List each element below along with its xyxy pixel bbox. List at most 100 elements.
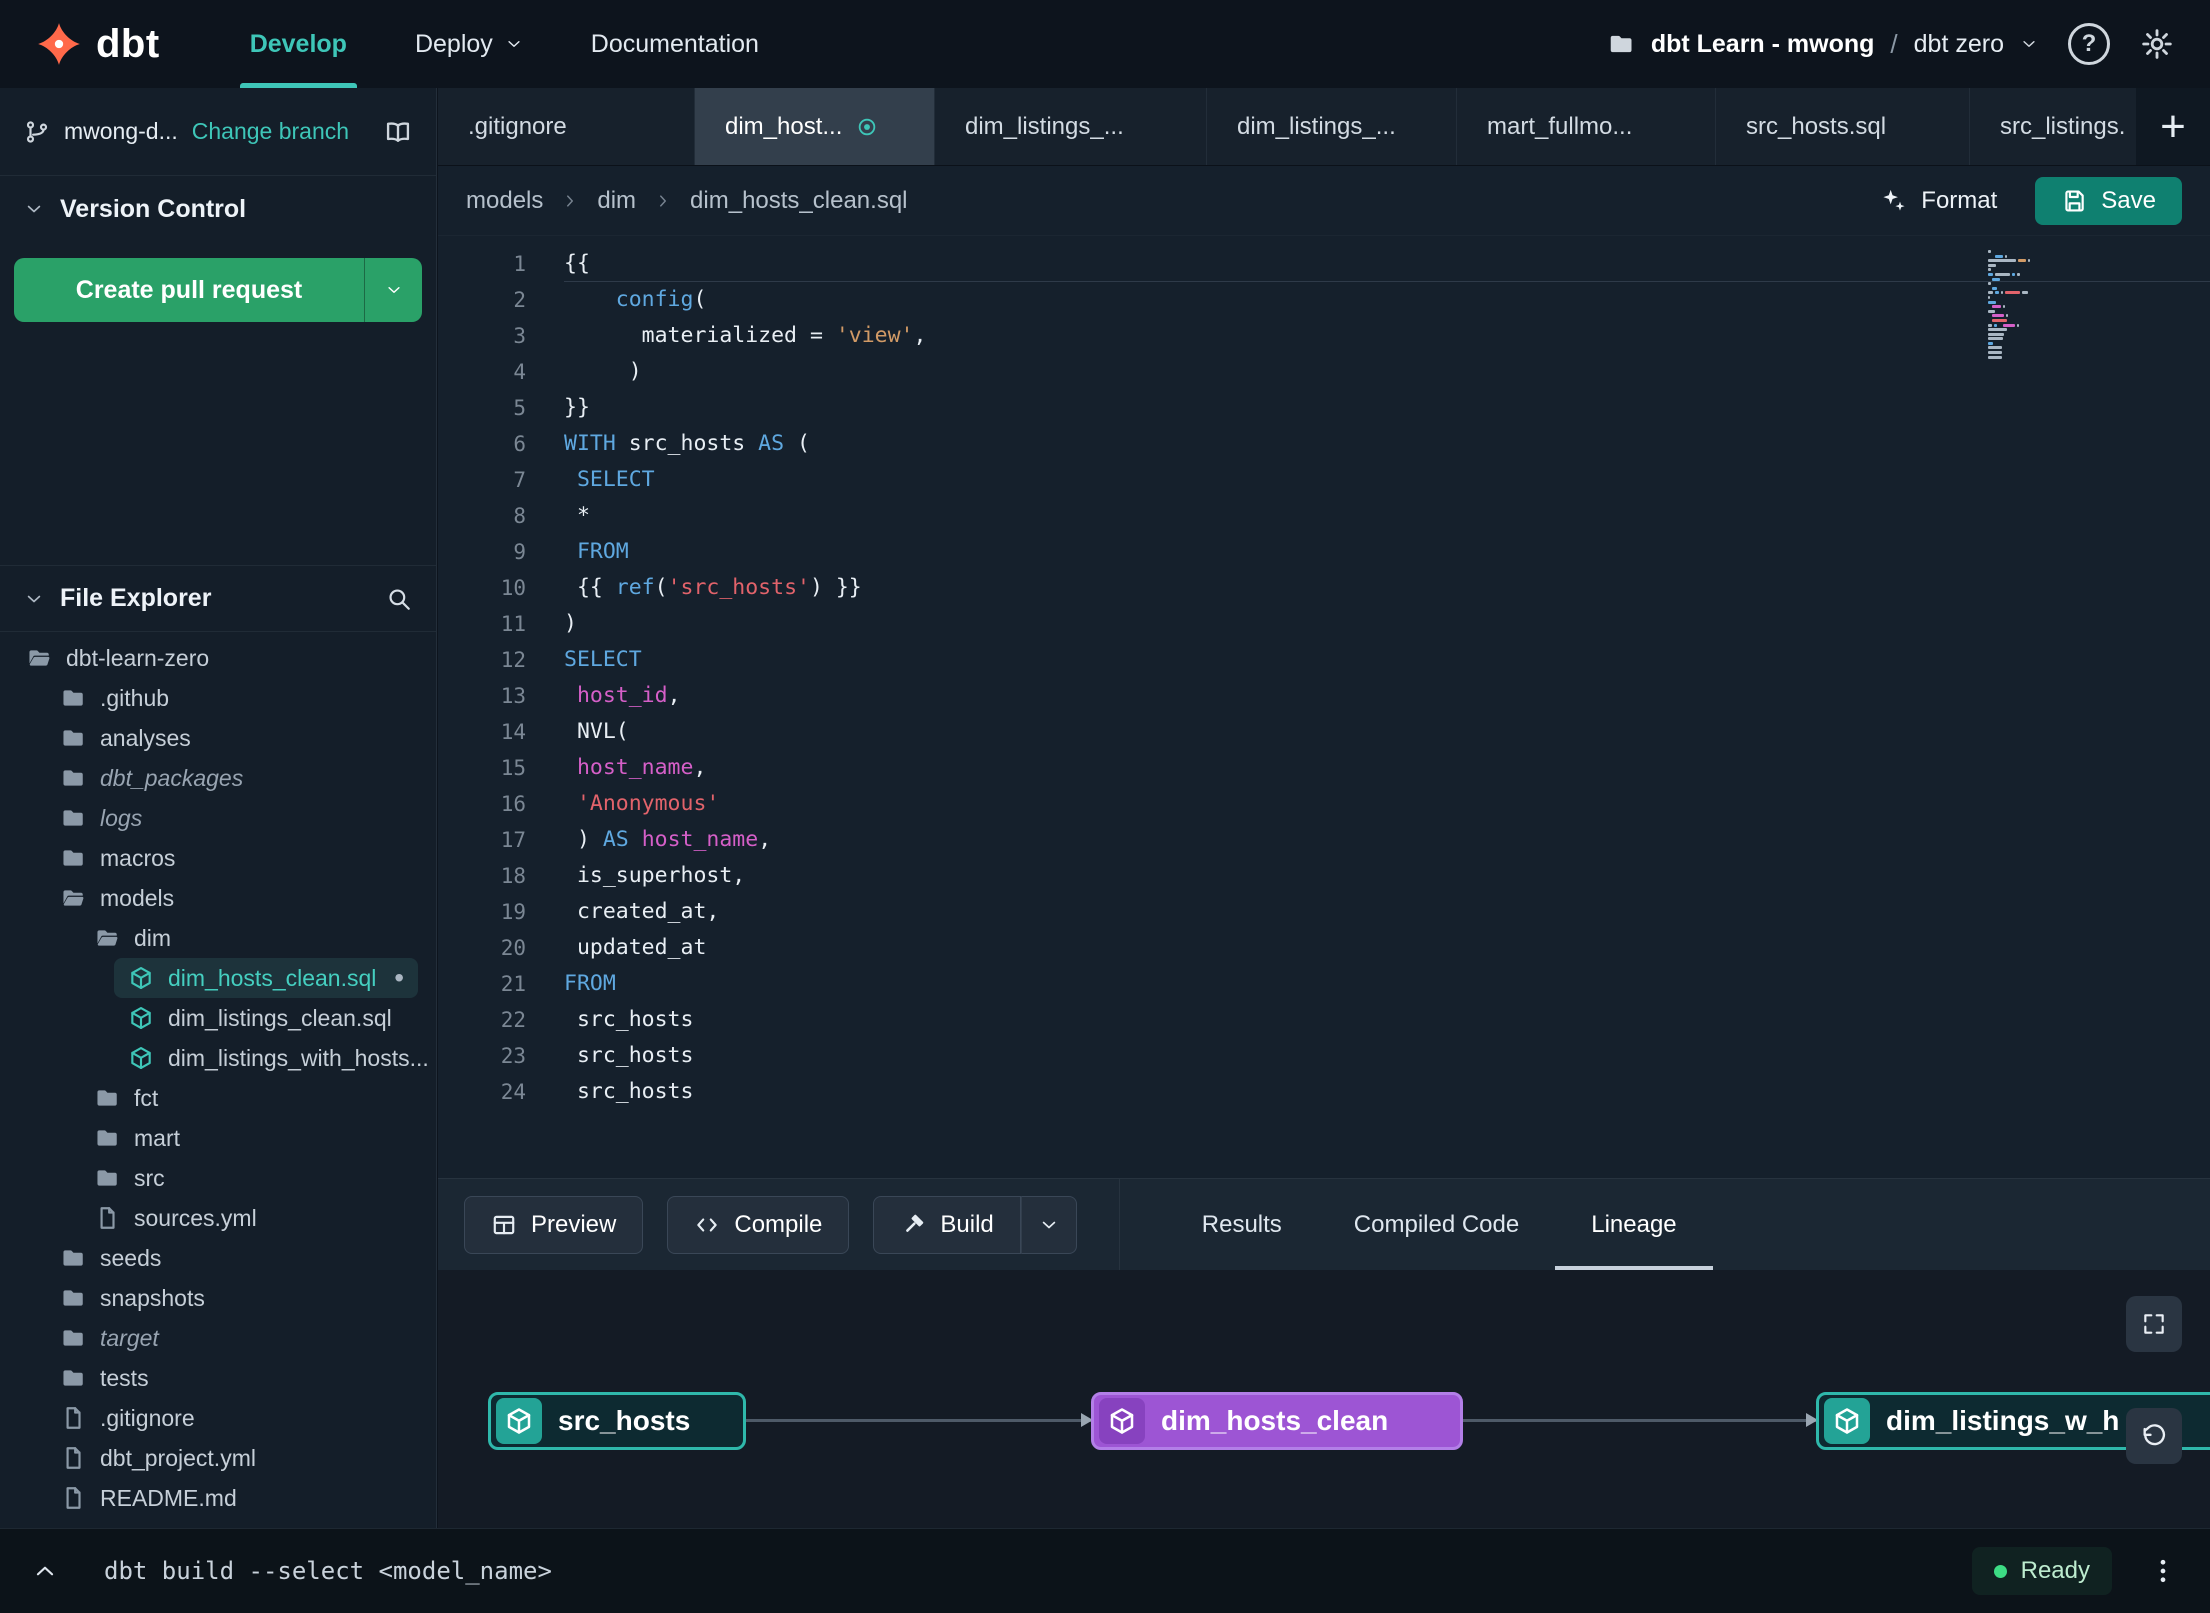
file-tree-item-macros[interactable]: macros (0, 838, 436, 878)
code-text[interactable]: FROM (564, 534, 2210, 570)
file-tree-item-logs[interactable]: logs (0, 798, 436, 838)
dbt-logo[interactable]: dbt (36, 21, 160, 67)
code-text[interactable]: FROM (564, 966, 2210, 1002)
nav-documentation[interactable]: Documentation (557, 0, 793, 88)
cli-command[interactable]: dbt build --select <model_name> (104, 1557, 552, 1585)
folder-icon (60, 725, 86, 751)
refresh-lineage-button[interactable] (2126, 1408, 2182, 1464)
code-text[interactable]: ) AS host_name, (564, 822, 2210, 858)
panel-tab-lineage[interactable]: Lineage (1555, 1179, 1713, 1270)
nav-deploy[interactable]: Deploy (381, 0, 557, 88)
lineage-node-src-hosts[interactable]: src_hosts (488, 1392, 746, 1450)
format-button[interactable]: Format (1879, 187, 1997, 215)
file-tree[interactable]: dbt-learn-zero .github analyses dbt_package… (0, 632, 436, 1528)
panel-tab-compiled-code[interactable]: Compiled Code (1318, 1179, 1555, 1270)
code-line-11: 11) (438, 606, 2210, 642)
file-tree-item-dbt-project-yml[interactable]: dbt_project.yml (0, 1438, 436, 1478)
editor-tab-dim-listings[interactable]: dim_listings_... (1207, 88, 1457, 165)
status-badge: Ready (1971, 1547, 2112, 1595)
file-tree-item-dim-listings-with-hosts[interactable]: dim_listings_with_hosts... (0, 1038, 436, 1078)
breadcrumb-dim[interactable]: dim (597, 187, 636, 215)
code-text[interactable]: src_hosts (564, 1002, 2210, 1038)
file-tree-item-models[interactable]: models (0, 878, 436, 918)
code-text[interactable]: 'Anonymous' (564, 786, 2210, 822)
file-tree-item-gitignore[interactable]: .gitignore (0, 1398, 436, 1438)
code-line-9: 9 FROM (438, 534, 2210, 570)
search-icon[interactable] (386, 586, 412, 612)
code-text[interactable]: src_hosts (564, 1038, 2210, 1074)
action-buttons: Preview Compile Build (464, 1179, 1077, 1270)
preview-button[interactable]: Preview (464, 1195, 644, 1254)
editor-tab-dim-listings[interactable]: dim_listings_... (935, 88, 1207, 165)
code-text[interactable]: created_at, (564, 894, 2210, 930)
code-text[interactable]: WITH src_hosts AS ( (564, 426, 2210, 462)
kebab-menu-icon[interactable] (2148, 1556, 2178, 1586)
code-text[interactable]: NVL( (564, 714, 2210, 750)
line-number: 23 (500, 1044, 526, 1068)
settings-gear-icon[interactable] (2140, 27, 2174, 61)
file-tree-item-github[interactable]: .github (0, 678, 436, 718)
file-explorer-header[interactable]: File Explorer (0, 566, 436, 632)
file-tree-item-readme-md[interactable]: README.md (0, 1478, 436, 1518)
code-text[interactable]: config( (564, 282, 2210, 318)
editor-minimap[interactable] (1988, 250, 2060, 360)
file-tree-item-src[interactable]: src (0, 1158, 436, 1198)
build-dropdown-chevron-icon[interactable] (1020, 1195, 1077, 1254)
version-control-header[interactable]: Version Control (0, 176, 436, 242)
file-tree-item-tests[interactable]: tests (0, 1358, 436, 1398)
file-tree-item-snapshots[interactable]: snapshots (0, 1278, 436, 1318)
file-tree-item-dbt-packages[interactable]: dbt_packages (0, 758, 436, 798)
code-line-4: 4 ) (438, 354, 2210, 390)
file-tree-item-target[interactable]: target (0, 1318, 436, 1358)
code-text[interactable]: updated_at (564, 930, 2210, 966)
lineage-node-dim-hosts-clean[interactable]: dim_hosts_clean (1091, 1392, 1463, 1450)
breadcrumb-file[interactable]: dim_hosts_clean.sql (690, 187, 907, 215)
editor-tab-dim-host[interactable]: dim_host... (695, 88, 935, 165)
file-tree-item-mart[interactable]: mart (0, 1118, 436, 1158)
build-button[interactable]: Build (873, 1195, 1021, 1254)
code-text[interactable]: ) (564, 606, 2210, 642)
panel-tab-results[interactable]: Results (1166, 1179, 1318, 1270)
editor-tab-mart-fullmo[interactable]: mart_fullmo... (1457, 88, 1716, 165)
docs-book-icon[interactable] (384, 118, 412, 146)
compile-button[interactable]: Compile (667, 1195, 850, 1254)
code-line-10: 10 {{ ref('src_hosts') }} (438, 570, 2210, 606)
save-button[interactable]: Save (2035, 176, 2182, 225)
project-switcher[interactable]: dbt Learn - mwong / dbt zero (1607, 29, 2038, 60)
create-pull-request-button[interactable]: Create pull request (14, 258, 422, 322)
nav-develop-label: Develop (249, 29, 347, 58)
code-text[interactable]: host_name, (564, 750, 2210, 786)
fullscreen-button[interactable] (2126, 1296, 2182, 1352)
code-editor[interactable]: 1{{2 config(3 materialized = 'view', 4 ) 5… (438, 236, 2210, 1178)
file-tree-item-seeds[interactable]: seeds (0, 1238, 436, 1278)
code-text[interactable]: host_id, (564, 678, 2210, 714)
modified-circle-dot-icon (856, 116, 878, 138)
file-tree-item-dim-listings-clean-sql[interactable]: dim_listings_clean.sql (0, 998, 436, 1038)
file-tree-item-sources-yml[interactable]: sources.yml (0, 1198, 436, 1238)
file-tree-item-dbt-learn-zero[interactable]: dbt-learn-zero (0, 638, 436, 678)
editor-tab-gitignore[interactable]: .gitignore (438, 88, 695, 165)
editor-tab-src-hosts-sql[interactable]: src_hosts.sql (1716, 88, 1970, 165)
code-text[interactable]: SELECT (564, 642, 2210, 678)
help-button[interactable]: ? (2068, 23, 2110, 65)
file-tree-item-dim-hosts-clean-sql[interactable]: dim_hosts_clean.sql • (114, 958, 418, 998)
code-text[interactable]: src_hosts (564, 1074, 2210, 1110)
change-branch-link[interactable]: Change branch (192, 118, 349, 145)
breadcrumb-models[interactable]: models (466, 187, 543, 215)
nav-develop[interactable]: Develop (216, 0, 381, 88)
file-tree-item-dim[interactable]: dim (0, 918, 436, 958)
chevron-up-icon[interactable] (32, 1558, 58, 1584)
code-text[interactable]: {{ ref('src_hosts') }} (564, 570, 2210, 606)
code-text[interactable]: ) (564, 354, 2210, 390)
main-nav: Develop Deploy Documentation (216, 0, 793, 88)
code-text[interactable]: * (564, 498, 2210, 534)
code-text[interactable]: {{ (564, 246, 2210, 282)
new-tab-button[interactable]: + (2136, 88, 2210, 165)
code-text[interactable]: SELECT (564, 462, 2210, 498)
file-tree-item-analyses[interactable]: analyses (0, 718, 436, 758)
pr-dropdown-chevron-icon[interactable] (364, 258, 422, 322)
code-text[interactable]: is_superhost, (564, 858, 2210, 894)
code-text[interactable]: materialized = 'view', (564, 318, 2210, 354)
code-text[interactable]: }} (564, 390, 2210, 426)
file-tree-item-fct[interactable]: fct (0, 1078, 436, 1118)
